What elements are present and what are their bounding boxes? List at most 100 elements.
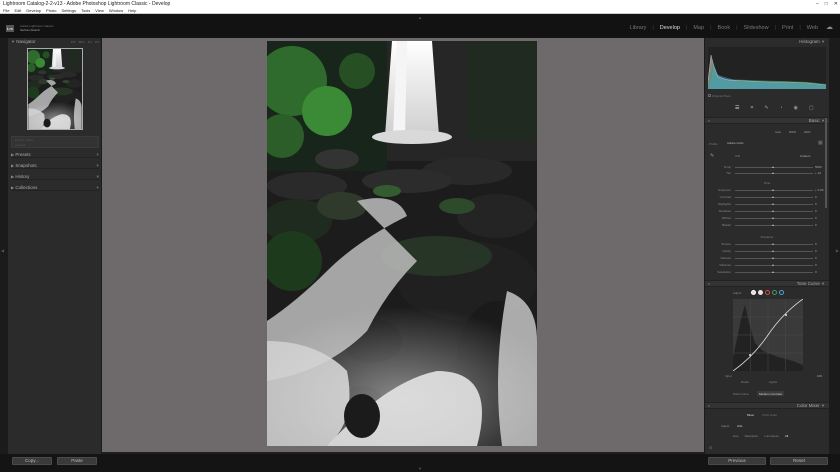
slider-value[interactable]: 0 xyxy=(815,209,817,213)
slider-thumb[interactable] xyxy=(772,203,774,205)
profile-browser-icon[interactable]: ▦ xyxy=(818,140,823,146)
hue-subtab[interactable]: Hue xyxy=(733,434,739,438)
green-curve-channel[interactable] xyxy=(772,290,777,295)
close-button[interactable]: ✕ xyxy=(834,0,838,8)
mixer-adjust-dropdown[interactable]: HSL xyxy=(737,424,743,428)
add-snapshot-icon[interactable]: + xyxy=(96,163,99,169)
slider-track[interactable] xyxy=(735,204,813,205)
history-panel-header[interactable]: ▶ History × xyxy=(11,174,99,180)
slider-track[interactable] xyxy=(735,173,813,174)
slider-track[interactable] xyxy=(735,225,813,226)
parametric-curve-channel[interactable] xyxy=(758,290,763,295)
menu-develop[interactable]: Develop xyxy=(26,8,41,13)
targeted-adjustment-icon[interactable]: ⊙ xyxy=(709,445,712,450)
reset-button[interactable]: Reset xyxy=(770,457,828,465)
add-preset-icon[interactable]: + xyxy=(96,152,99,158)
slider-track[interactable] xyxy=(735,218,813,219)
crop-icon[interactable]: ⌗ xyxy=(750,105,753,111)
zoom-1-1[interactable]: 1:1 xyxy=(88,39,92,45)
slider-thumb[interactable] xyxy=(772,217,774,219)
tone-curve-section-header[interactable]: ◐ Tone Curve ▼ xyxy=(705,280,829,287)
bw-button[interactable]: B&W xyxy=(789,130,796,134)
edit-sliders-icon[interactable]: ☰ xyxy=(735,105,739,111)
healing-icon[interactable]: ✎ xyxy=(764,105,768,111)
module-print[interactable]: Print xyxy=(782,25,793,31)
slider-value[interactable]: 5000 xyxy=(815,165,822,169)
slider-track[interactable] xyxy=(735,251,813,252)
module-library[interactable]: Library xyxy=(630,25,647,31)
wb-dropdown[interactable]: Custom xyxy=(800,154,810,158)
zoom-fit[interactable]: FIT xyxy=(71,39,76,45)
panel-switch-icon[interactable]: ◐ xyxy=(708,403,710,408)
photo-canvas[interactable] xyxy=(102,38,704,452)
snapshots-panel-header[interactable]: ▶ Snapshots + xyxy=(11,163,99,169)
slider-thumb[interactable] xyxy=(772,250,774,252)
left-panel-toggle-icon[interactable]: ◀ xyxy=(1,248,4,253)
module-slideshow[interactable]: Slideshow xyxy=(744,25,769,31)
white-balance-picker-icon[interactable]: ✎ xyxy=(710,153,714,159)
slider-thumb[interactable] xyxy=(772,224,774,226)
slider-value[interactable]: 0 xyxy=(815,270,817,274)
slider-track[interactable] xyxy=(735,167,813,168)
top-panel-toggle-icon[interactable]: ▲ xyxy=(418,15,422,20)
slider-track[interactable] xyxy=(735,190,813,191)
zoom-fill[interactable]: FILL xyxy=(79,39,85,45)
module-web[interactable]: Web xyxy=(807,25,818,31)
profile-dropdown[interactable]: Adobe Color xyxy=(727,141,744,145)
slider-value[interactable]: 0 xyxy=(815,195,817,199)
presets-panel-header[interactable]: ▶ Presets + xyxy=(11,152,99,158)
slider-value[interactable]: 0 xyxy=(815,223,817,227)
luminance-subtab[interactable]: Luminance xyxy=(764,434,779,438)
maximize-button[interactable]: □ xyxy=(825,0,828,8)
filmstrip-toggle-icon[interactable]: ▼ xyxy=(418,466,422,471)
module-map[interactable]: Map xyxy=(693,25,704,31)
menu-edit[interactable]: Edit xyxy=(14,8,21,13)
slider-thumb[interactable] xyxy=(772,166,774,168)
slider-thumb[interactable] xyxy=(772,257,774,259)
menu-settings[interactable]: Settings xyxy=(62,8,76,13)
clear-history-icon[interactable]: × xyxy=(96,174,99,180)
hdr-button[interactable]: HDR xyxy=(804,130,811,134)
histogram-header[interactable]: Histogram ▼ xyxy=(799,39,825,45)
slider-value[interactable]: 0 xyxy=(815,216,817,220)
slider-value[interactable]: 0 xyxy=(815,249,817,253)
menu-view[interactable]: View xyxy=(95,8,104,13)
collections-panel-header[interactable]: ▶ Collections + xyxy=(11,185,99,191)
navigator-preview[interactable] xyxy=(26,48,83,130)
add-collection-icon[interactable]: + xyxy=(96,185,99,191)
mixer-tab[interactable]: Mixer xyxy=(747,413,754,417)
slider-value[interactable]: 0 xyxy=(815,256,817,260)
cloud-sync-icon[interactable]: ☁ xyxy=(826,24,834,31)
menu-photo[interactable]: Photo xyxy=(46,8,56,13)
slider-value[interactable]: 0 xyxy=(815,202,817,206)
auto-button[interactable]: Auto xyxy=(775,130,781,134)
menu-file[interactable]: File xyxy=(3,8,9,13)
color-mixer-section-header[interactable]: ◐ Color Mixer ▼ xyxy=(705,402,829,409)
rgb-curve-channel[interactable] xyxy=(751,290,756,295)
point-color-tab[interactable]: Point Color xyxy=(762,413,777,417)
slider-track[interactable] xyxy=(735,265,813,266)
slider-thumb[interactable] xyxy=(772,196,774,198)
right-panel-toggle-icon[interactable]: ▶ xyxy=(836,248,839,253)
copy-button[interactable]: Copy... xyxy=(12,457,52,465)
slider-value[interactable]: + 10 xyxy=(815,171,821,175)
slider-thumb[interactable] xyxy=(772,271,774,273)
slider-value[interactable]: + 0.00 xyxy=(815,188,823,192)
saturation-subtab[interactable]: Saturation xyxy=(745,434,759,438)
menu-window[interactable]: Window xyxy=(109,8,123,13)
slider-thumb[interactable] xyxy=(772,189,774,191)
all-subtab[interactable]: All xyxy=(785,434,788,438)
paste-button[interactable]: Paste xyxy=(57,457,97,465)
previous-button[interactable]: Previous xyxy=(708,457,766,465)
slider-value[interactable]: 0 xyxy=(815,242,817,246)
basic-section-header[interactable]: ◐ Basic ▼ xyxy=(705,117,829,124)
histogram-chart[interactable] xyxy=(708,47,826,89)
panel-switch-icon[interactable]: ◐ xyxy=(708,118,710,123)
zoom-3-1[interactable]: 3:1 xyxy=(95,39,99,45)
blue-curve-channel[interactable] xyxy=(779,290,784,295)
panel-switch-icon[interactable]: ◐ xyxy=(708,281,710,286)
slider-value[interactable]: 0 xyxy=(815,263,817,267)
menu-help[interactable]: Help xyxy=(128,8,136,13)
module-book[interactable]: Book xyxy=(718,25,731,31)
slider-track[interactable] xyxy=(735,258,813,259)
